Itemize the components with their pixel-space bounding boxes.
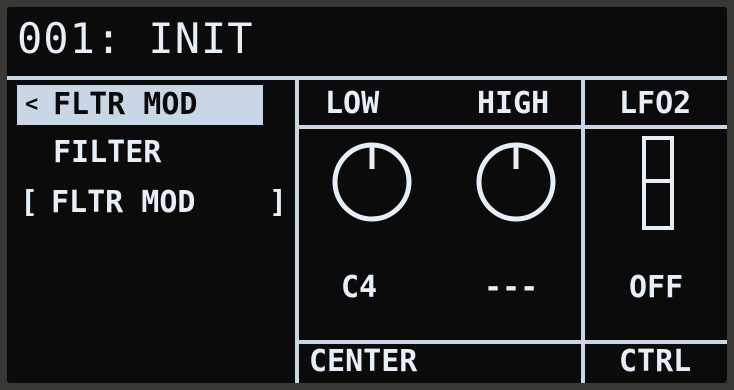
- tab-fltr-mod[interactable]: < FLTR MOD: [17, 85, 263, 125]
- left-panel-divider: [295, 77, 299, 383]
- filter-value[interactable]: FLTR MOD: [51, 188, 196, 218]
- header-divider: [7, 76, 727, 80]
- high-knob-label: HIGH: [477, 86, 550, 121]
- chevron-left-icon[interactable]: <: [25, 94, 38, 116]
- low-knob-label: LOW: [325, 86, 380, 121]
- synth-lcd-screen: 001: INIT < FLTR MOD FILTER [ FLTR MOD ]…: [7, 7, 727, 383]
- high-knob-value: ---: [484, 270, 539, 305]
- bracket-close: ]: [269, 185, 288, 220]
- low-knob-icon[interactable]: [329, 139, 415, 225]
- lfo-panel-divider: [581, 77, 585, 383]
- high-knob-icon[interactable]: [473, 139, 559, 225]
- patch-title: 001: INIT: [17, 14, 254, 63]
- filter-label: FILTER: [53, 135, 162, 170]
- tab-label: FLTR MOD: [53, 87, 198, 122]
- low-knob-value: C4: [341, 270, 378, 305]
- center-label: CENTER: [309, 344, 418, 379]
- ctrl-label: CTRL: [619, 344, 692, 379]
- bracket-open: [: [20, 185, 39, 220]
- subheader-divider: [295, 125, 727, 129]
- lfo-label: LFO2: [619, 86, 692, 121]
- lfo-fader-icon[interactable]: [641, 135, 675, 231]
- lfo-value: OFF: [629, 270, 684, 305]
